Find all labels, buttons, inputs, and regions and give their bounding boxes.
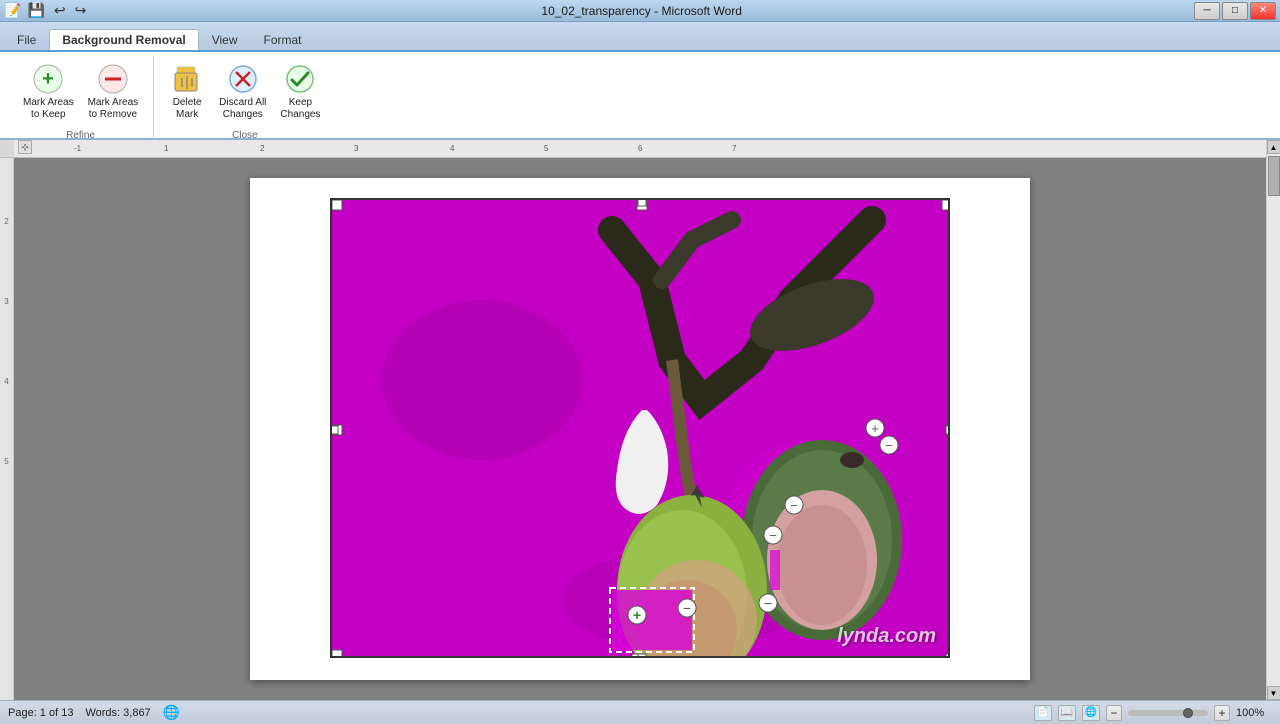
qa-redo[interactable]: ↪ — [72, 0, 90, 21]
tab-background-removal[interactable]: Background Removal — [49, 29, 198, 50]
keep-changes-icon — [284, 63, 316, 95]
svg-text:−: − — [790, 498, 798, 513]
document-scroll-area[interactable]: + − − — [14, 158, 1266, 700]
window-title: 10_02_transparency - Microsoft Word — [89, 4, 1194, 18]
ruler-tick-3: 3 — [354, 144, 358, 153]
ribbon: Picture Tools File Background Removal Vi… — [0, 22, 1280, 140]
language-icon[interactable]: 🌐 — [163, 704, 180, 721]
mark-areas-to-remove-button[interactable]: Mark Areasto Remove — [83, 60, 144, 124]
mark-remove-label: Mark Areasto Remove — [88, 97, 139, 121]
discard-all-icon — [227, 63, 259, 95]
tab-format[interactable]: Format — [251, 29, 315, 50]
ruler-tick-6: 6 — [638, 144, 642, 153]
left-sidebar: 2 3 4 5 — [0, 140, 14, 700]
maximize-button[interactable]: □ — [1222, 2, 1248, 20]
image-with-background-removal[interactable]: + − − — [330, 198, 950, 658]
ruler-tick-7: 7 — [732, 144, 736, 153]
svg-text:−: − — [885, 438, 893, 453]
ruler-tick-1: 1 — [164, 144, 168, 153]
vruler-2: 2 — [0, 218, 13, 226]
background-removal-canvas: + − − — [332, 200, 950, 658]
ruler-corner[interactable]: ⊹ — [18, 140, 32, 154]
word-icon: 📝 — [4, 2, 21, 19]
discard-all-changes-button[interactable]: Discard AllChanges — [214, 60, 271, 124]
title-bar: 📝 💾 ↩ ↪ 10_02_transparency - Microsoft W… — [0, 0, 1280, 22]
word-count: Words: 3,867 — [85, 707, 150, 719]
svg-text:−: − — [683, 600, 691, 616]
svg-text:+: + — [871, 421, 879, 436]
status-bar-right: 📄 📖 🌐 − + 100% — [1034, 705, 1272, 721]
zoom-slider[interactable] — [1128, 710, 1208, 716]
refine-buttons: + Mark Areasto Keep Mark Areasto Remove — [18, 60, 143, 124]
delete-mark-icon — [171, 63, 203, 95]
svg-text:−: − — [769, 528, 777, 543]
scroll-down-button[interactable]: ▼ — [1267, 686, 1280, 700]
view-web-button[interactable]: 🌐 — [1082, 705, 1100, 721]
ruler-tick-5: 5 — [544, 144, 548, 153]
vertical-scrollbar[interactable]: ▲ ▼ — [1266, 140, 1280, 700]
view-reading-button[interactable]: 📖 — [1058, 705, 1076, 721]
ribbon-group-refine: + Mark Areasto Keep Mark Areasto Remove — [8, 56, 154, 138]
svg-text:+: + — [42, 68, 54, 90]
close-button[interactable]: ✕ — [1250, 2, 1276, 20]
mark-areas-to-keep-button[interactable]: + Mark Areasto Keep — [18, 60, 79, 124]
qa-save[interactable]: 💾 — [24, 0, 47, 21]
svg-text:+: + — [633, 607, 641, 623]
zoom-slider-thumb[interactable] — [1183, 708, 1193, 718]
keep-changes-button[interactable]: KeepChanges — [275, 60, 325, 124]
mark-remove-icon — [97, 63, 129, 95]
scroll-track[interactable] — [1267, 154, 1280, 686]
mark-keep-icon: + — [32, 63, 64, 95]
qa-undo[interactable]: ↩ — [51, 0, 69, 21]
scroll-up-button[interactable]: ▲ — [1267, 140, 1280, 154]
document-page: + − − — [250, 178, 1030, 680]
title-bar-left: 📝 💾 ↩ ↪ — [4, 0, 89, 21]
ruler-tick-2: 2 — [260, 144, 264, 153]
zoom-level: 100% — [1236, 707, 1272, 719]
vruler-3: 3 — [0, 298, 13, 306]
window-controls: ─ □ ✕ — [1194, 2, 1276, 20]
mark-keep-label: Mark Areasto Keep — [23, 97, 74, 121]
scroll-thumb[interactable] — [1268, 156, 1280, 196]
zoom-in-button[interactable]: + — [1214, 705, 1230, 721]
ribbon-content: + Mark Areasto Keep Mark Areasto Remove — [0, 52, 1280, 140]
page-count: Page: 1 of 13 — [8, 707, 73, 719]
status-bar: Page: 1 of 13 Words: 3,867 🌐 📄 📖 🌐 − + 1… — [0, 700, 1280, 724]
tab-file[interactable]: File — [4, 29, 49, 50]
ruler-tick-4: 4 — [450, 144, 454, 153]
delete-mark-button[interactable]: DeleteMark — [164, 60, 210, 124]
zoom-out-button[interactable]: − — [1106, 705, 1122, 721]
delete-mark-label: DeleteMark — [173, 97, 202, 121]
tab-view[interactable]: View — [199, 29, 251, 50]
svg-text:−: − — [764, 595, 772, 611]
ribbon-group-close: DeleteMark Discard AllChanges — [154, 56, 335, 138]
close-buttons: DeleteMark Discard AllChanges — [164, 60, 325, 124]
ruler-tick-neg1: -1 — [74, 144, 81, 153]
vruler-4: 4 — [0, 378, 13, 386]
view-normal-button[interactable]: 📄 — [1034, 705, 1052, 721]
top-ruler: -1 1 2 3 4 5 6 7 ⊹ — [14, 140, 1266, 158]
discard-all-label: Discard AllChanges — [219, 97, 266, 121]
keep-changes-label: KeepChanges — [280, 97, 320, 121]
minimize-button[interactable]: ─ — [1194, 2, 1220, 20]
vruler-5: 5 — [0, 458, 13, 466]
